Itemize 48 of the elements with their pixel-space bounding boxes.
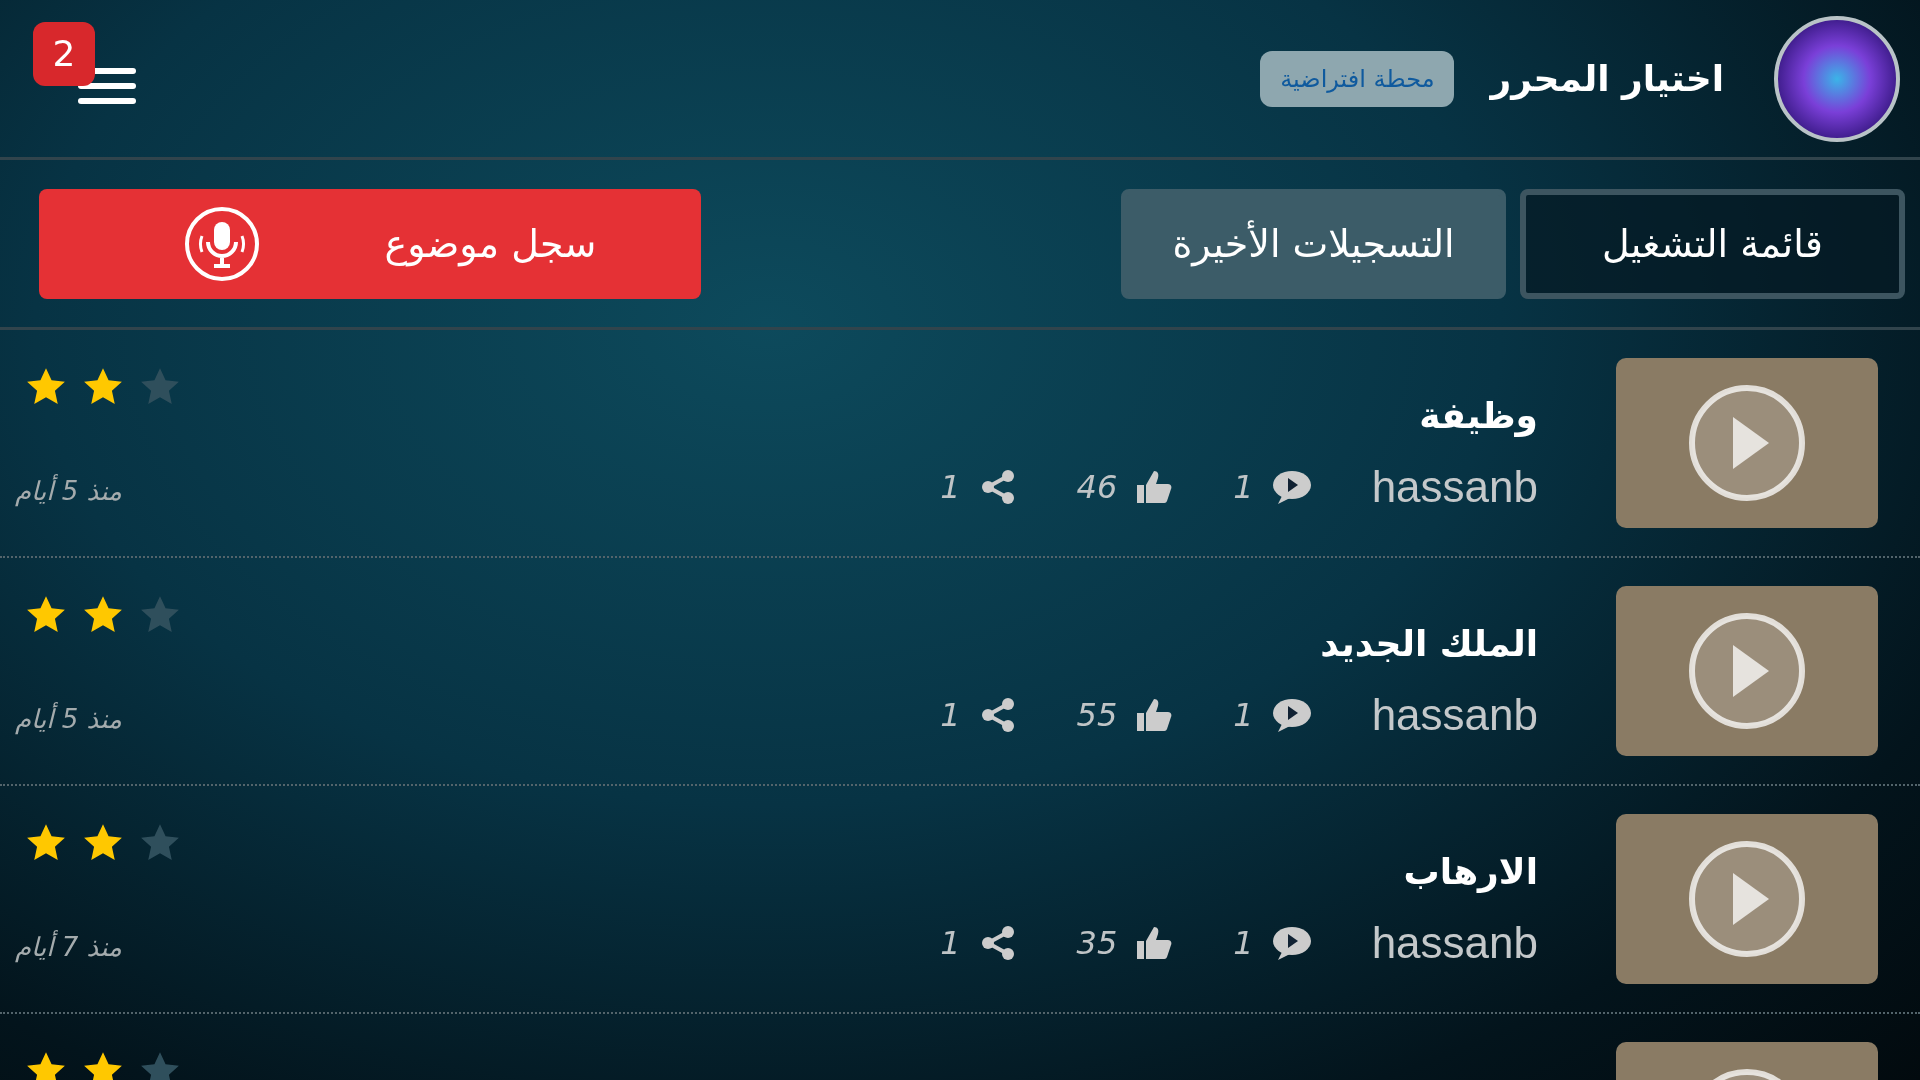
comment-count: 1 — [1233, 467, 1254, 506]
like-count: 35 — [1076, 923, 1118, 962]
video-thumbnail[interactable] — [1616, 586, 1878, 756]
star-icon — [82, 1050, 124, 1080]
username: hassanb — [1371, 461, 1538, 512]
video-thumbnail[interactable] — [1616, 358, 1878, 528]
share-count: 1 — [940, 923, 961, 962]
username: hassanb — [1371, 689, 1538, 740]
thumbs-up-icon — [1135, 696, 1174, 733]
comment-icon — [1271, 469, 1312, 504]
recording-title[interactable]: الارهاب — [1403, 850, 1538, 892]
page-title: اختيار المحرر — [1490, 58, 1724, 99]
comment-icon — [1271, 925, 1312, 960]
username: hassanb — [1371, 917, 1538, 968]
star-icon — [139, 822, 181, 862]
like-count: 55 — [1076, 695, 1118, 734]
record-button[interactable]: سجل موضوع — [39, 188, 701, 299]
star-icon — [25, 822, 67, 862]
share-count: 1 — [940, 695, 961, 734]
like-count: 46 — [1076, 467, 1118, 506]
video-thumbnail[interactable] — [1616, 814, 1878, 984]
star-icon — [139, 366, 181, 406]
star-icon — [82, 366, 124, 406]
play-icon — [1687, 611, 1807, 731]
star-icon — [82, 822, 124, 862]
time-ago: منذ 7 أيام — [15, 932, 123, 962]
recording-title[interactable]: الملك الجديد — [1320, 622, 1538, 664]
thumbs-up-icon — [1135, 468, 1174, 505]
microphone-icon — [183, 205, 260, 282]
time-ago: منذ 5 أيام — [15, 704, 123, 734]
star-icon — [82, 594, 124, 634]
recording-title[interactable]: وظيفة — [1419, 394, 1538, 436]
comment-count: 1 — [1233, 923, 1254, 962]
star-icon — [25, 1050, 67, 1080]
thumbs-up-icon — [1135, 924, 1174, 961]
star-icon — [139, 594, 181, 634]
notification-badge: 2 — [33, 21, 95, 86]
star-icon — [25, 366, 67, 406]
share-count: 1 — [940, 467, 961, 506]
play-icon — [1687, 383, 1807, 503]
star-icon — [25, 594, 67, 634]
tab[interactable]: التسجيلات الأخيرة — [1121, 188, 1506, 299]
comment-icon — [1271, 697, 1312, 732]
star-icon — [139, 1050, 181, 1080]
play-icon — [1687, 839, 1807, 959]
comment-count: 1 — [1233, 695, 1254, 734]
time-ago: منذ 5 أيام — [15, 476, 123, 506]
tab[interactable]: قائمة التشغيل — [1520, 188, 1905, 299]
